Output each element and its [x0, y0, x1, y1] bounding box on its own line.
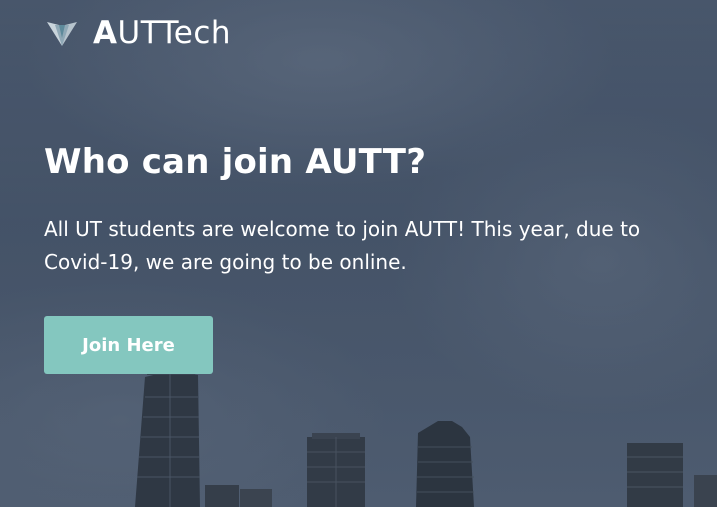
join-here-button[interactable]: Join Here [44, 316, 213, 374]
site-logo[interactable]: AUTTech [45, 14, 231, 52]
brand-first-letter: A [93, 15, 118, 51]
city-skyline-image [135, 369, 717, 507]
brand-name: AUTTech [93, 15, 231, 51]
winged-shield-icon [45, 16, 79, 50]
hero-description: All UT students are welcome to join AUTT… [44, 217, 641, 274]
hero-title: Who can join AUTT? [44, 142, 427, 182]
brand-rest: UTTech [117, 15, 232, 51]
